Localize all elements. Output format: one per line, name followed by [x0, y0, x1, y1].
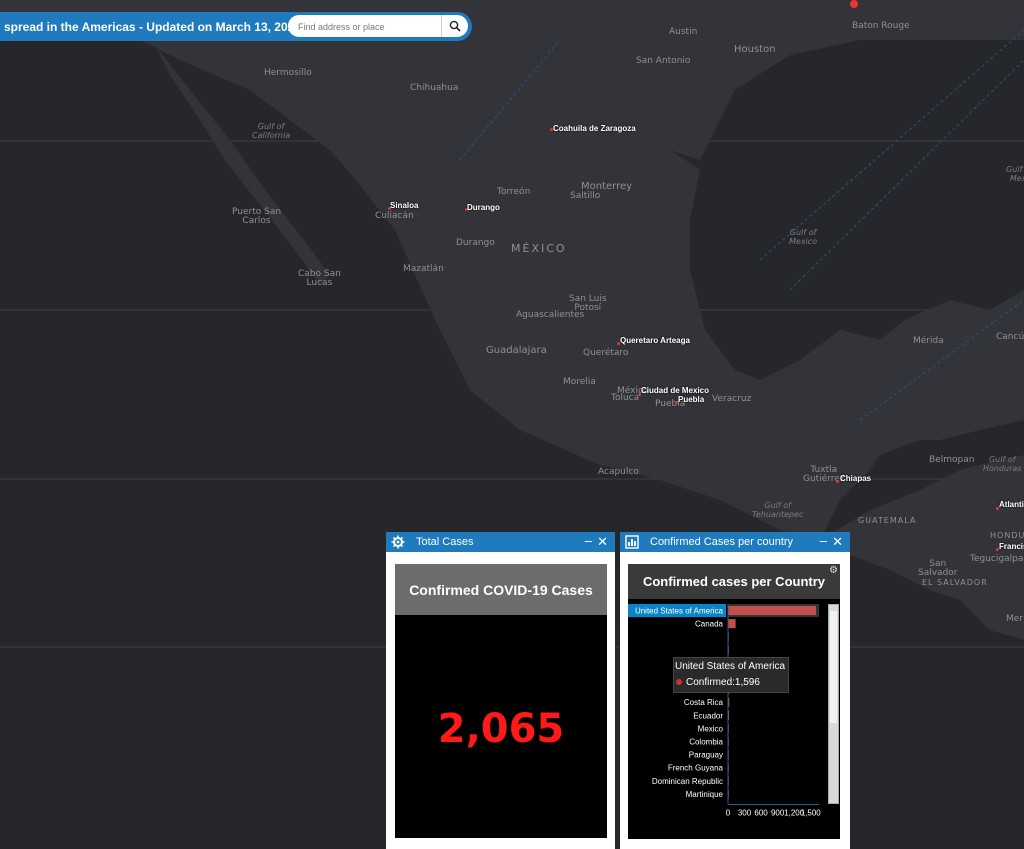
x-tick-label: 300: [738, 809, 752, 818]
country-label: GUATEMALA: [858, 516, 917, 525]
place-label: Durango: [456, 238, 495, 248]
panel-title: Total Cases: [416, 536, 474, 548]
water-label: Gulf of Mexi: [1006, 165, 1024, 183]
x-tick-label: 600: [754, 809, 768, 818]
state-label: Francis: [999, 542, 1024, 551]
place-label: Mérida: [913, 336, 944, 346]
place-label: Austin: [669, 27, 698, 37]
category-label: United States of America: [635, 607, 724, 616]
category-label: French Guyana: [668, 764, 724, 773]
state-label: Queretaro Arteaga: [620, 336, 690, 345]
tooltip-title: United States of America: [675, 661, 786, 672]
chart-widget-icon[interactable]: [625, 535, 639, 549]
tooltip-series-marker: [676, 679, 682, 685]
state-label: Coahuila de Zaragoza: [553, 124, 636, 133]
category-label: Martinique: [686, 790, 724, 799]
indicator-heading: Confirmed COVID-19 Cases: [395, 564, 607, 615]
country-chart-panel: Confirmed Cases per country – ✕ Confirme…: [620, 532, 850, 849]
case-marker[interactable]: [850, 0, 858, 8]
country-label: MÉXICO: [511, 242, 567, 255]
minimize-button[interactable]: –: [585, 533, 592, 548]
data-bar[interactable]: [728, 619, 736, 629]
place-label: Morelia: [563, 377, 596, 387]
category-label: Colombia: [689, 738, 723, 747]
water-label: Gulf of Honduras: [983, 455, 1022, 473]
place-label: Houston: [734, 44, 776, 55]
indicator-body: 2,065: [395, 615, 607, 838]
country-label: HONDUR: [990, 531, 1024, 540]
data-bar[interactable]: [728, 606, 817, 616]
place-label: San Antonio: [636, 56, 691, 66]
state-label: Chiapas: [840, 474, 872, 483]
category-label: Dominican Republic: [652, 777, 723, 786]
state-label: Durango: [467, 203, 500, 212]
x-tick-label: 0: [726, 809, 731, 818]
place-label: Baton Rouge: [852, 21, 910, 31]
country-label: EL SALVADOR: [922, 578, 988, 587]
place-label: Culiacán: [375, 211, 414, 221]
place-label: Puerto San Carlos: [232, 207, 282, 226]
place-label: San Salvador: [918, 559, 958, 578]
category-label: Paraguay: [689, 751, 723, 760]
gear-icon[interactable]: [391, 535, 405, 549]
x-tick-label: 900: [771, 809, 785, 818]
place-label: Aguascalientes: [516, 310, 585, 320]
case-marker[interactable]: [836, 480, 839, 483]
place-label: Querétaro: [583, 348, 629, 358]
minimize-button[interactable]: –: [820, 533, 827, 548]
bar-chart[interactable]: United States of AmericaCanadaArgentinaP…: [628, 599, 840, 839]
search-button[interactable]: [441, 15, 468, 37]
close-button[interactable]: ✕: [832, 534, 843, 550]
search-input[interactable]: [296, 18, 440, 36]
state-label: Sinaloa: [390, 201, 419, 210]
place-label: Cabo San Lucas: [298, 269, 341, 288]
place-label: Torreón: [497, 187, 531, 197]
chart-tooltip: United States of America Confirmed:1,596: [673, 657, 789, 693]
place-label: Veracruz: [712, 394, 752, 404]
water-label: Gulf of California: [252, 122, 291, 140]
panel-header: Total Cases – ✕: [386, 532, 615, 552]
place-label: Mer: [1006, 614, 1024, 624]
tooltip-value: Confirmed:1,596: [686, 677, 760, 688]
panel-title: Confirmed Cases per country: [650, 536, 794, 548]
app-title-bar: spread in the Americas - Updated on Marc…: [0, 12, 472, 41]
settings-gear-icon[interactable]: ⚙: [829, 565, 838, 576]
search-box: [288, 15, 468, 37]
place-label: Saltillo: [570, 191, 601, 201]
water-label: Gulf of Mexico: [789, 228, 818, 246]
place-label: Acapulco: [598, 467, 639, 477]
total-cases-panel: Total Cases – ✕ Confirmed COVID-19 Cases…: [386, 532, 615, 849]
state-label: Puebla: [678, 395, 705, 404]
state-label: Ciudad de Mexico: [641, 386, 710, 395]
place-label: Cancún: [996, 332, 1024, 342]
place-label: Guadalajara: [486, 345, 547, 356]
place-label: Chihuahua: [410, 83, 459, 93]
close-button[interactable]: ✕: [597, 534, 608, 550]
place-label: Tegucigalpa: [970, 554, 1024, 564]
category-label: Mexico: [698, 724, 724, 733]
category-label: Costa Rica: [684, 698, 724, 707]
chart-title: Confirmed cases per Country: [628, 564, 840, 599]
water-label: Gulf of Tehuantepec: [752, 501, 804, 519]
category-label: Ecuador: [693, 711, 723, 720]
category-label: Canada: [695, 620, 724, 629]
place-label: Belmopan: [929, 455, 975, 465]
place-label: Mazatlán: [403, 264, 444, 274]
app-title: spread in the Americas - Updated on Marc…: [4, 20, 301, 34]
place-label: Hermosillo: [264, 68, 312, 78]
x-tick-label: 1,500: [801, 809, 822, 818]
search-icon: [449, 20, 461, 32]
panel-header: Confirmed Cases per country – ✕: [620, 532, 850, 552]
scrollbar-thumb[interactable]: [830, 611, 837, 723]
chart-scrollbar[interactable]: [828, 604, 839, 804]
total-cases-value: 2,065: [437, 706, 565, 752]
chart-area: Confirmed cases per Country ⚙ United Sta…: [628, 564, 840, 839]
state-label: Atlantid: [999, 500, 1024, 509]
